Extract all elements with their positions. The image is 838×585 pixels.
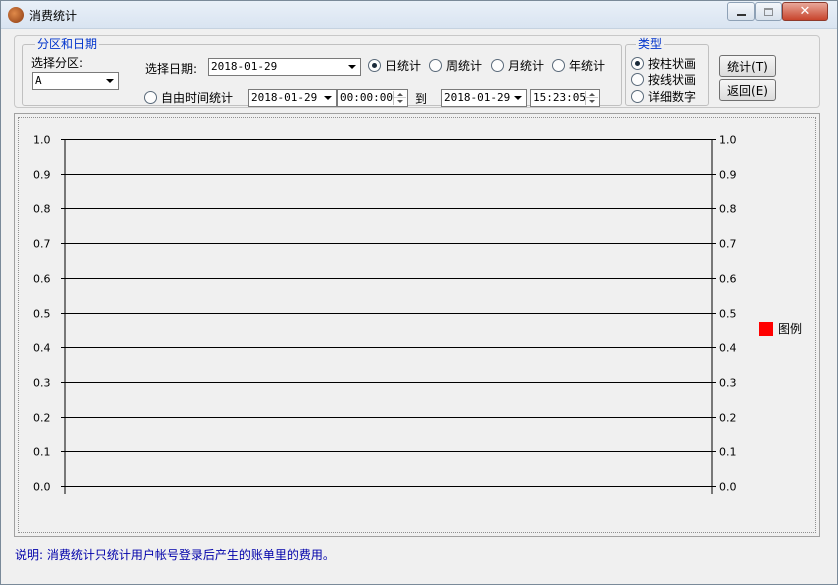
y-tick-label-left: 0.8 [33,203,51,216]
legend-label: 图例 [778,322,803,336]
radio-weekly-indicator[interactable] [429,59,442,72]
stats-button[interactable]: 统计(T) [719,55,776,77]
radio-line-chart[interactable]: 按线状画 [631,71,696,88]
window-title: 消费统计 [29,9,78,23]
chevron-down-icon[interactable] [345,60,359,74]
title-bar: 消费统计 ✕ [1,1,837,29]
minimize-icon [736,13,746,16]
partition-date-group: 分区和日期 选择分区: A 选择日期: 2018-01-29 日统计 周统计 月… [22,37,622,107]
close-icon: ✕ [799,4,811,19]
y-tick-label-right: 1.0 [719,134,737,147]
y-tick-label-left: 0.4 [33,342,51,355]
radio-yearly-indicator[interactable] [552,59,565,72]
y-tick-label-left: 0.7 [33,238,51,251]
y-tick-label-right: 0.7 [719,238,737,251]
main-window: 消费统计 ✕ 分区和日期 选择分区: A 选择日期: 2018-01-29 日统… [0,0,838,585]
partition-date-legend: 分区和日期 [35,37,100,51]
filter-panel: 分区和日期 选择分区: A 选择日期: 2018-01-29 日统计 周统计 月… [14,35,820,108]
to-time-value: 15:23:05 [533,91,586,104]
radio-monthly-indicator[interactable] [491,59,504,72]
y-tick-label-left: 1.0 [33,134,51,147]
radio-daily-label: 日统计 [385,59,422,73]
radio-weekly-label: 周统计 [446,59,483,73]
radio-daily-indicator[interactable] [368,59,381,72]
radio-monthly-label: 月统计 [508,59,545,73]
partition-select[interactable]: A [32,72,119,90]
y-tick-label-right: 0.9 [719,169,737,182]
radio-free-time-indicator[interactable] [144,91,157,104]
chart-type-legend: 类型 [636,37,665,51]
y-tick-label-left: 0.6 [33,273,51,286]
minimize-button[interactable] [727,2,755,21]
footer-note: 说明: 消费统计只统计用户帐号登录后产生的账单里的费用。 [15,548,335,562]
y-tick-label-right: 0.8 [719,203,737,216]
radio-detail-numbers[interactable]: 详细数字 [631,88,696,105]
y-tick-label-left: 0.1 [33,446,51,459]
y-tick-label-left: 0.0 [33,481,51,494]
from-time-spinner[interactable] [393,91,406,105]
y-tick-label-right: 0.1 [719,446,737,459]
select-date-value: 2018-01-29 [211,60,278,73]
chart-svg: 0.0 0.0 0.1 0.1 0.2 0.2 0.3 0.3 0.4 0.4 0.5 0.5 0.6 0… [33,134,737,494]
to-label: 到 [415,92,428,106]
partition-label: 选择分区: [31,56,84,70]
y-tick-label-right: 0.4 [719,342,737,355]
to-time-spinner[interactable] [585,91,598,105]
chart-frame: 0.0 0.0 0.1 0.1 0.2 0.2 0.3 0.3 0.4 0.4 0.5 0.5 0.6 0… [14,113,820,537]
y-tick-label-right: 0.2 [719,412,737,425]
spin-up-icon[interactable] [586,91,598,98]
radio-daily[interactable]: 日统计 [368,57,421,74]
y-tick-label-left: 0.5 [33,308,51,321]
partition-value: A [35,74,42,87]
from-date-picker[interactable]: 2018-01-29 [248,89,337,107]
chevron-down-icon[interactable] [511,91,525,105]
radio-line-chart-indicator[interactable] [631,73,644,86]
close-button[interactable]: ✕ [782,2,828,21]
y-tick-label-right: 0.6 [719,273,737,286]
chart-legend: 图例 [759,320,802,337]
y-tick-label-right: 0.5 [719,308,737,321]
chart-area: 0.0 0.0 0.1 0.1 0.2 0.2 0.3 0.3 0.4 0.4 0.5 0.5 0.6 0… [18,117,816,533]
radio-detail-numbers-indicator[interactable] [631,90,644,103]
to-time-input[interactable]: 15:23:05 [530,89,600,107]
radio-free-time-label: 自由时间统计 [161,91,234,105]
radio-bar-chart-indicator[interactable] [631,57,644,70]
radio-yearly-label: 年统计 [569,59,606,73]
radio-bar-chart[interactable]: 按柱状画 [631,55,696,72]
legend-swatch [759,321,773,336]
radio-line-chart-label: 按线状画 [648,73,697,87]
radio-free-time[interactable]: 自由时间统计 [144,89,233,106]
select-date-label: 选择日期: [145,62,198,76]
radio-detail-numbers-label: 详细数字 [648,90,697,104]
app-icon [8,7,24,23]
maximize-icon [764,7,773,16]
maximize-button[interactable] [755,2,782,21]
y-tick-label-right: 0.3 [719,377,737,390]
radio-yearly[interactable]: 年统计 [552,57,605,74]
spin-up-icon[interactable] [394,91,406,98]
chevron-down-icon[interactable] [321,91,335,105]
y-tick-label-left: 0.9 [33,169,51,182]
chart-type-group: 类型 按柱状画 按线状画 详细数字 [625,37,709,106]
radio-bar-chart-label: 按柱状画 [648,57,697,71]
from-date-value: 2018-01-29 [251,91,318,104]
chevron-down-icon[interactable] [103,74,117,88]
y-tick-label-left: 0.2 [33,412,51,425]
back-button[interactable]: 返回(E) [719,79,776,101]
from-time-value: 00:00:00 [340,91,393,104]
radio-monthly[interactable]: 月统计 [491,57,544,74]
y-tick-label-left: 0.3 [33,377,51,390]
from-time-input[interactable]: 00:00:00 [337,89,408,107]
y-tick-label-right: 0.0 [719,481,737,494]
spin-down-icon[interactable] [394,98,406,105]
to-date-value: 2018-01-29 [444,91,511,104]
spin-down-icon[interactable] [586,98,598,105]
to-date-picker[interactable]: 2018-01-29 [441,89,527,107]
radio-weekly[interactable]: 周统计 [429,57,482,74]
select-date-picker[interactable]: 2018-01-29 [208,58,361,76]
